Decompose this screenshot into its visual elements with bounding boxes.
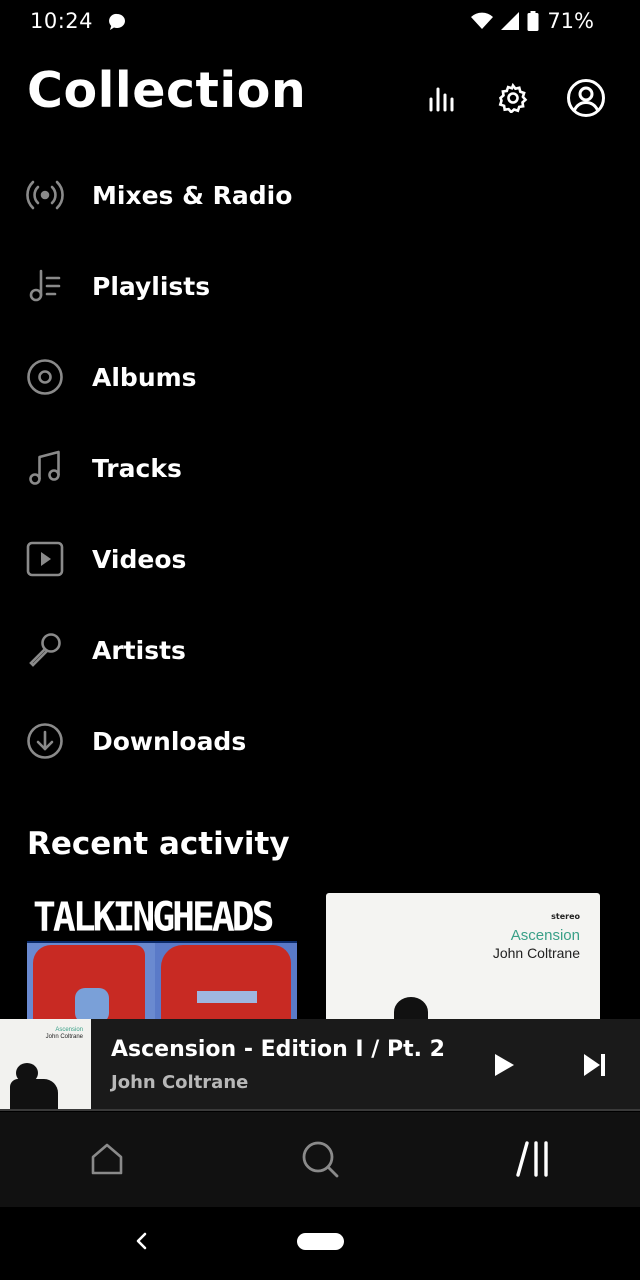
- skip-next-button[interactable]: [575, 1047, 615, 1083]
- settings-button[interactable]: [493, 78, 533, 118]
- system-home-pill[interactable]: [297, 1233, 344, 1250]
- recent-activity-heading: Recent activity: [27, 826, 290, 862]
- now-playing-artwork: Ascension John Coltrane: [0, 1019, 91, 1111]
- signal-icon: [501, 12, 520, 30]
- menu-label: Tracks: [92, 453, 182, 483]
- search-icon: [302, 1141, 339, 1178]
- menu-item-artists[interactable]: Artists: [0, 615, 640, 685]
- equalizer-button[interactable]: [421, 78, 461, 118]
- gear-icon: [498, 83, 528, 113]
- recent-card-ascension[interactable]: stereo Ascension John Coltrane: [326, 893, 600, 1023]
- artwork-figure-body: [10, 1079, 58, 1111]
- menu-label: Downloads: [92, 726, 247, 756]
- menu-item-albums[interactable]: Albums: [0, 342, 640, 412]
- recent-card-talking-heads[interactable]: TALKINGHEADS: [27, 893, 297, 1023]
- wifi-icon: [471, 12, 494, 29]
- skip-next-icon: [584, 1054, 605, 1076]
- home-icon: [91, 1143, 123, 1175]
- back-chevron-icon: [136, 1232, 147, 1250]
- album-icon: [25, 357, 65, 397]
- menu-label: Albums: [92, 362, 197, 392]
- now-playing-title: Ascension - Edition I / Pt. 2: [111, 1037, 445, 1062]
- nav-home[interactable]: [82, 1134, 132, 1184]
- equalizer-icon: [429, 87, 454, 112]
- album-cover-text: TALKINGHEADS: [33, 893, 275, 941]
- menu-label: Mixes & Radio: [92, 180, 293, 210]
- album-stereo-label: stereo: [551, 912, 580, 921]
- menu-item-videos[interactable]: Videos: [0, 524, 640, 594]
- nav-collection[interactable]: [508, 1134, 558, 1184]
- mini-player[interactable]: Ascension John Coltrane Ascension - Edit…: [0, 1019, 640, 1111]
- menu-item-mixes-radio[interactable]: Mixes & Radio: [0, 160, 640, 230]
- video-icon: [25, 539, 65, 579]
- cover-face-right: [161, 945, 291, 1023]
- status-indicators: 71%: [471, 9, 594, 33]
- music-note-icon: [25, 448, 65, 488]
- profile-button[interactable]: [566, 78, 606, 118]
- bottom-navigation: [0, 1112, 640, 1207]
- cover-face-left-nose: [75, 988, 109, 1023]
- menu-item-tracks[interactable]: Tracks: [0, 433, 640, 503]
- download-icon: [25, 721, 65, 761]
- radio-icon: [25, 175, 65, 215]
- system-back-button[interactable]: [130, 1229, 154, 1253]
- menu-item-playlists[interactable]: Playlists: [0, 251, 640, 321]
- cover-face-right-eyes: [197, 991, 257, 1003]
- album-artist-text: John Coltrane: [492, 945, 580, 961]
- page-title: Collection: [27, 62, 307, 119]
- artwork-artist-text: John Coltrane: [45, 1034, 83, 1040]
- battery-icon: [527, 11, 539, 31]
- nav-search[interactable]: [295, 1134, 345, 1184]
- chat-notification-icon: [107, 12, 127, 36]
- battery-percent: 71%: [547, 9, 594, 33]
- microphone-icon: [25, 630, 65, 670]
- playback-progress-track: [0, 1109, 640, 1111]
- album-title-text: Ascension: [510, 927, 580, 944]
- menu-item-downloads[interactable]: Downloads: [0, 706, 640, 776]
- menu-label: Videos: [92, 544, 187, 574]
- menu-label: Playlists: [92, 271, 211, 301]
- system-navigation-bar: [0, 1207, 640, 1280]
- playlist-icon: [25, 266, 65, 306]
- collection-icon: [516, 1141, 548, 1177]
- play-icon: [495, 1054, 514, 1076]
- status-time: 10:24: [30, 9, 94, 33]
- user-profile-icon: [567, 79, 605, 117]
- play-button[interactable]: [484, 1047, 524, 1083]
- now-playing-artist: John Coltrane: [111, 1072, 249, 1093]
- menu-label: Artists: [92, 635, 186, 665]
- artwork-album-text: Ascension: [55, 1027, 83, 1033]
